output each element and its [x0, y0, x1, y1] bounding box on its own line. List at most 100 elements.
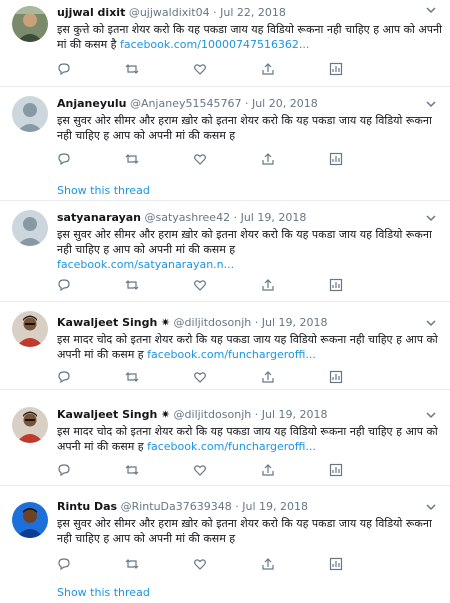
author-name[interactable]: Kawaljeet Singh [57, 316, 157, 329]
analytics-icon[interactable] [329, 152, 345, 168]
separator: · [213, 6, 217, 19]
show-thread-link[interactable]: Show this thread [57, 184, 150, 197]
like-icon[interactable] [193, 370, 209, 386]
share-icon[interactable] [261, 278, 277, 294]
tweet-text: इस सुवर ओर सीमर और हराम ख़ोर को इतना शेय… [57, 113, 442, 143]
like-icon[interactable] [193, 557, 209, 573]
analytics-icon[interactable] [329, 370, 345, 386]
reply-icon[interactable] [57, 152, 73, 168]
tweet-actions [57, 152, 438, 168]
tweet-text: इस कुत्ते को इतना शेयर करो कि यह पकडा जा… [57, 22, 442, 52]
author-handle[interactable]: @satyashree42 [145, 211, 231, 224]
tweet-body: Rintu Das @RintuDa37639348 · Jul 19, 201… [57, 498, 442, 546]
separator: · [254, 316, 259, 329]
tweet-actions [57, 463, 438, 479]
avatar[interactable] [12, 96, 48, 132]
tweet[interactable]: Kawaljeet Singh ✷ @diljitdosonjh · Jul 1… [0, 302, 450, 390]
tweet[interactable]: Anjaneyulu @Anjaney51545767 · Jul 20, 20… [0, 87, 450, 201]
tweet-header: ujjwal dixit @ujjwaldixit04 · Jul 22, 20… [57, 4, 442, 21]
author-handle[interactable]: @diljitdosonjh [174, 408, 252, 421]
avatar[interactable] [12, 407, 48, 443]
tweet-text: इस सुवर ओर सीमर और हराम ख़ोर को इतना शेय… [57, 227, 442, 272]
tweet-date[interactable]: Jul 20, 2018 [252, 97, 318, 110]
tweet[interactable]: Kawaljeet Singh ✷ @diljitdosonjh · Jul 1… [0, 390, 450, 486]
retweet-icon[interactable] [125, 557, 141, 573]
tweet-header: Kawaljeet Singh ✷ @diljitdosonjh · Jul 1… [57, 406, 442, 423]
tweet[interactable]: satyanarayan @satyashree42 · Jul 19, 201… [0, 201, 450, 302]
reply-icon[interactable] [57, 62, 73, 78]
analytics-icon[interactable] [329, 278, 345, 294]
more-chevron-icon[interactable] [424, 500, 438, 514]
more-chevron-icon[interactable] [424, 211, 438, 225]
more-chevron-icon[interactable] [424, 408, 438, 422]
tweet-body: Anjaneyulu @Anjaney51545767 · Jul 20, 20… [57, 95, 442, 143]
like-icon[interactable] [193, 463, 209, 479]
tweet[interactable]: Rintu Das @RintuDa37639348 · Jul 19, 201… [0, 486, 450, 603]
author-handle[interactable]: @RintuDa37639348 [121, 500, 232, 513]
reply-icon[interactable] [57, 557, 73, 573]
tweet-date[interactable]: Jul 19, 2018 [262, 408, 328, 421]
tweet-actions [57, 62, 438, 78]
like-icon[interactable] [193, 278, 209, 294]
like-icon[interactable] [193, 62, 209, 78]
tweet-header: Kawaljeet Singh ✷ @diljitdosonjh · Jul 1… [57, 314, 442, 331]
retweet-icon[interactable] [125, 463, 141, 479]
retweet-icon[interactable] [125, 278, 141, 294]
tweet-link[interactable]: facebook.com/10000747516362... [120, 38, 309, 51]
author-name[interactable]: Kawaljeet Singh [57, 408, 157, 421]
tweet-actions [57, 370, 438, 386]
analytics-icon[interactable] [329, 557, 345, 573]
retweet-icon[interactable] [125, 152, 141, 168]
tweet-link[interactable]: facebook.com/satyanarayan.n... [57, 258, 234, 271]
separator: · [233, 211, 238, 224]
reply-icon[interactable] [57, 370, 73, 386]
share-icon[interactable] [261, 370, 277, 386]
tweet-text: इस मादर चोद को इतना शेयर करो कि यह पकडा … [57, 332, 442, 362]
more-chevron-icon[interactable] [424, 97, 438, 111]
tweet-header: Rintu Das @RintuDa37639348 · Jul 19, 201… [57, 498, 442, 515]
share-icon[interactable] [261, 152, 277, 168]
tweet-date[interactable]: Jul 19, 2018 [262, 316, 328, 329]
tweet-link[interactable]: facebook.com/funchargeroffi... [147, 440, 316, 453]
tweet-text: इस सुवर ओर सीमर और हराम ख़ोर को इतना शेय… [57, 516, 442, 546]
tweet-link[interactable]: facebook.com/funchargeroffi... [147, 348, 316, 361]
tweet-text: इस मादर चोद को इतना शेयर करो कि यह पकडा … [57, 424, 442, 454]
analytics-icon[interactable] [329, 463, 345, 479]
tweet[interactable]: ujjwal dixit @ujjwaldixit04 · Jul 22, 20… [0, 0, 450, 87]
author-handle[interactable]: @Anjaney51545767 [130, 97, 242, 110]
avatar[interactable] [12, 311, 48, 347]
retweet-icon[interactable] [125, 62, 141, 78]
tweet-date[interactable]: Jul 19, 2018 [241, 211, 307, 224]
tweet-actions [57, 557, 438, 573]
verified-badge-icon: ✷ [160, 408, 171, 421]
more-chevron-icon[interactable] [424, 3, 438, 17]
show-thread-link[interactable]: Show this thread [57, 586, 150, 599]
tweet-body: Kawaljeet Singh ✷ @diljitdosonjh · Jul 1… [57, 314, 442, 362]
tweet-header: satyanarayan @satyashree42 · Jul 19, 201… [57, 209, 442, 226]
author-name[interactable]: Anjaneyulu [57, 97, 126, 110]
tweet-date[interactable]: Jul 22, 2018 [220, 6, 286, 19]
author-name[interactable]: satyanarayan [57, 211, 141, 224]
tweet-body: satyanarayan @satyashree42 · Jul 19, 201… [57, 209, 442, 272]
analytics-icon[interactable] [329, 62, 345, 78]
share-icon[interactable] [261, 62, 277, 78]
author-handle[interactable]: @ujjwaldixit04 [129, 6, 210, 19]
share-icon[interactable] [261, 557, 277, 573]
tweet-body: Kawaljeet Singh ✷ @diljitdosonjh · Jul 1… [57, 406, 442, 454]
reply-icon[interactable] [57, 278, 73, 294]
retweet-icon[interactable] [125, 370, 141, 386]
separator: · [235, 500, 239, 513]
tweet-feed: ujjwal dixit @ujjwaldixit04 · Jul 22, 20… [0, 0, 450, 603]
avatar[interactable] [12, 210, 48, 246]
like-icon[interactable] [193, 152, 209, 168]
share-icon[interactable] [261, 463, 277, 479]
avatar[interactable] [12, 502, 48, 538]
avatar[interactable] [12, 6, 48, 42]
verified-badge-icon: ✷ [160, 316, 171, 329]
reply-icon[interactable] [57, 463, 73, 479]
tweet-date[interactable]: Jul 19, 2018 [242, 500, 308, 513]
author-handle[interactable]: @diljitdosonjh [174, 316, 252, 329]
author-name[interactable]: ujjwal dixit [57, 6, 125, 19]
more-chevron-icon[interactable] [424, 316, 438, 330]
author-name[interactable]: Rintu Das [57, 500, 117, 513]
